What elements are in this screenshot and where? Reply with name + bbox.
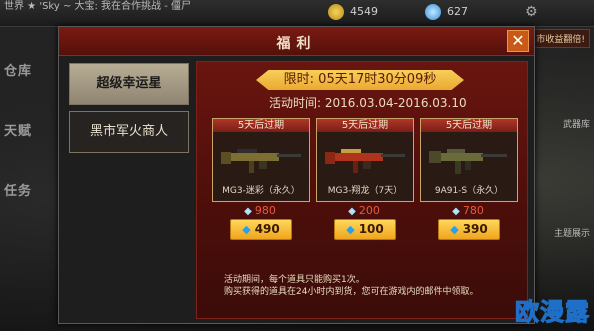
event-notes: 活动期间，每个道具只能购买1次。 购买获得的道具在24小时内到货，您可在游戏内的…	[224, 274, 478, 298]
currency-diamond[interactable]: 627	[425, 4, 468, 20]
buy-price: 490	[254, 222, 280, 236]
tab-super-lucky-star[interactable]: 超级幸运星	[69, 63, 189, 105]
currency-gold[interactable]: 4549	[328, 4, 378, 20]
menu-warehouse[interactable]: 仓库	[4, 60, 32, 79]
item-card: 5天后过期 MG3-翔龙（7天） ◆ 200 ◆ 100	[316, 118, 414, 246]
original-price: ◆ 200	[316, 204, 412, 217]
currency-diamond-value: 627	[447, 5, 468, 18]
original-price-value: 780	[462, 204, 484, 217]
notice-banner[interactable]: 市收益翻倍!	[531, 29, 590, 48]
assault-rifle-icon	[429, 149, 507, 174]
dialog-title: 福利	[276, 36, 317, 52]
item-image-frame[interactable]: 5天后过期 MG3-翔龙（7天）	[316, 118, 414, 202]
diamond-icon: ◆	[348, 206, 356, 217]
diamond-icon: ◆	[452, 206, 460, 217]
menu-task[interactable]: 任务	[4, 180, 32, 199]
settings-icon[interactable]: ⚙	[525, 4, 538, 20]
countdown-timer: 限时: 05天17时30分09秒	[256, 70, 464, 90]
close-icon[interactable]: ✕	[507, 30, 529, 52]
buy-button[interactable]: ◆ 490	[230, 219, 292, 240]
buy-button[interactable]: ◆ 390	[438, 219, 500, 240]
original-price: ◆ 980	[212, 204, 308, 217]
item-card: 5天后过期 MG3-迷彩（永久） ◆ 980 ◆ 490	[212, 118, 310, 246]
buy-button[interactable]: ◆ 100	[334, 219, 396, 240]
event-period: 活动时间: 2016.03.04-2016.03.10	[269, 94, 467, 111]
chat-text: 世界 ★ 'Sky ~ 大宝: 我在合作挑战 - 僵尸	[4, 1, 192, 12]
dialog-header: 福利 ✕	[59, 27, 534, 56]
item-name: MG3-迷彩（永久）	[222, 186, 300, 196]
side-entry-showcase[interactable]: 主题展示	[554, 226, 590, 239]
original-price-value: 200	[358, 204, 380, 217]
item-name: MG3-翔龙（7天）	[327, 186, 403, 196]
item-card: 5天后过期 9A91-S（永久） ◆ 780 ◆ 390	[420, 118, 518, 246]
side-entry-armory[interactable]: 武器库	[563, 117, 590, 130]
tab-black-market[interactable]: 黑市军火商人	[69, 111, 189, 153]
diamond-icon: ◆	[450, 223, 459, 236]
expire-badge: 5天后过期	[317, 119, 413, 132]
original-price-value: 980	[254, 204, 276, 217]
world-chat[interactable]: 世界 ★ 'Sky ~ 大宝: 我在合作挑战 - 僵尸	[4, 0, 191, 14]
expire-badge: 5天后过期	[421, 119, 517, 132]
diamond-icon: ◆	[242, 223, 251, 236]
machine-gun-icon	[221, 149, 301, 173]
buy-price: 100	[358, 222, 384, 236]
diamond-icon: ◆	[244, 206, 252, 217]
event-period-value: 2016.03.04-2016.03.10	[324, 96, 467, 110]
item-name: 9A91-S（永久）	[434, 186, 504, 196]
event-period-label: 活动时间:	[269, 96, 322, 110]
diamond-icon: ◆	[346, 223, 355, 236]
diamond-icon	[425, 4, 441, 20]
coin-icon	[328, 4, 344, 20]
menu-talent[interactable]: 天赋	[4, 120, 32, 139]
note-line: 购买获得的道具在24小时内到货，您可在游戏内的邮件中领取。	[224, 287, 479, 297]
offer-panel: 限时: 05天17时30分09秒 活动时间: 2016.03.04-2016.0…	[196, 61, 528, 319]
welfare-dialog: 福利 ✕ 超级幸运星 黑市军火商人 限时: 05天17时30分09秒 活动时间:…	[58, 26, 535, 324]
item-image-frame[interactable]: 5天后过期 MG3-迷彩（永久）	[212, 118, 310, 202]
original-price: ◆ 780	[420, 204, 516, 217]
currency-gold-value: 4549	[350, 5, 378, 18]
machine-gun-icon	[325, 149, 405, 173]
site-watermark: 欧漫露	[515, 298, 590, 327]
dialog-tabs: 超级幸运星 黑市军火商人	[69, 63, 189, 159]
item-image-frame[interactable]: 5天后过期 9A91-S（永久）	[420, 118, 518, 202]
note-line: 活动期间，每个道具只能购买1次。	[224, 275, 365, 285]
top-bar: 世界 ★ 'Sky ~ 大宝: 我在合作挑战 - 僵尸 4549 627 ⚙	[0, 0, 594, 27]
expire-badge: 5天后过期	[213, 119, 309, 132]
buy-price: 390	[462, 222, 488, 236]
